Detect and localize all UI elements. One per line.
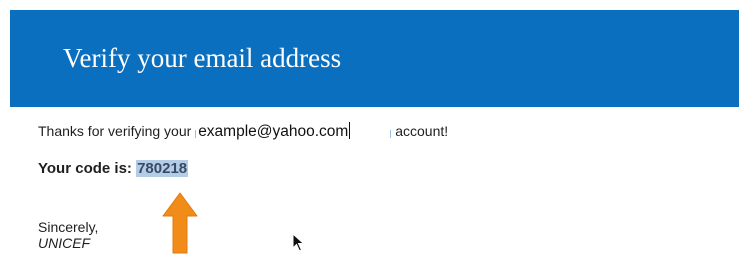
email-header-title: Verify your email address — [63, 43, 342, 73]
selection-marker — [390, 130, 392, 138]
top-strip — [0, 0, 739, 10]
mouse-cursor-icon — [292, 233, 305, 252]
selection-marker — [195, 130, 197, 138]
closing-text: Sincerely, — [38, 219, 99, 235]
verification-code-line: Your code is: 780218 — [38, 160, 189, 177]
code-label: Your code is: — [38, 160, 132, 177]
sender-name: UNICEF — [38, 235, 91, 251]
thanks-line: Thanks for verifying your example@yahoo.… — [38, 122, 448, 141]
arrow-up-icon — [162, 192, 198, 254]
email-header-banner: Verify your email address — [10, 10, 739, 107]
thanks-prefix: Thanks for verifying your — [38, 123, 192, 139]
email-address: example@yahoo.com — [198, 123, 349, 140]
text-caret — [349, 122, 351, 139]
thanks-suffix: account! — [395, 123, 449, 139]
verification-code[interactable]: 780218 — [136, 160, 189, 177]
